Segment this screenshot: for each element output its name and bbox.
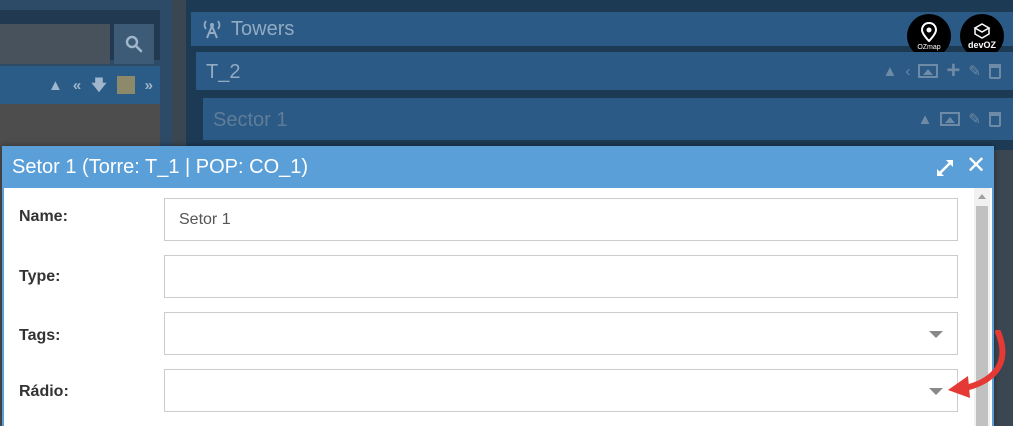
towers-header: Towers — [191, 12, 1013, 46]
caret-up-icon[interactable]: ▲ — [918, 112, 933, 127]
arrow-down-icon[interactable]: 🡇 — [91, 78, 106, 93]
double-chevron-left-icon[interactable]: « — [73, 78, 81, 93]
radio-select[interactable] — [164, 369, 958, 412]
tags-select[interactable] — [164, 312, 958, 355]
modal-header: Setor 1 (Torre: T_1 | POP: CO_1) ✕ — [2, 146, 994, 188]
pencil-icon[interactable]: ✎ — [968, 64, 981, 79]
double-chevron-right-icon[interactable]: » — [145, 78, 153, 93]
search-input[interactable] — [0, 24, 110, 64]
form-row-radio: Rádio: — [4, 369, 964, 413]
tower-header: T_2 ▲ ‹ + ✎ — [196, 52, 1013, 90]
expand-icon[interactable] — [934, 157, 956, 179]
scroll-up-arrow-icon[interactable] — [978, 194, 986, 199]
radio-label: Rádio: — [19, 383, 69, 400]
caret-up-icon[interactable]: ▲ — [48, 78, 63, 93]
tower-name: T_2 — [206, 61, 241, 83]
tower-icon — [203, 20, 221, 39]
type-input[interactable] — [164, 255, 958, 298]
chevron-left-icon[interactable]: ‹ — [905, 64, 910, 79]
search-icon — [125, 35, 143, 53]
cube-icon — [973, 22, 991, 39]
sector-actions: ▲ ✎ — [918, 98, 1001, 140]
towers-title: Towers — [231, 17, 295, 40]
modal-body: Name: Type: Tags: Rádio: — [2, 188, 994, 426]
form-row-name: Name: — [4, 198, 964, 242]
name-label: Name: — [19, 208, 68, 225]
trash-icon[interactable] — [989, 111, 1001, 127]
close-icon[interactable]: ✕ — [966, 154, 986, 178]
trash-icon[interactable] — [989, 63, 1001, 79]
ozmap-logo-label: OZmap — [917, 43, 941, 51]
sector-header: Sector 1 ▲ ✎ — [203, 98, 1013, 140]
devoz-logo-suffix: OZ — [983, 39, 997, 50]
tower-actions: ▲ ‹ + ✎ — [883, 52, 1001, 90]
type-label: Type: — [19, 268, 61, 285]
plus-icon[interactable]: + — [946, 59, 960, 83]
devoz-logo-prefix: dev — [967, 39, 984, 50]
devoz-logo-label: devOZ — [967, 39, 997, 50]
left-toolbar: ▲ « 🡇 » — [0, 66, 160, 104]
modal-title: Setor 1 (Torre: T_1 | POP: CO_1) — [12, 156, 309, 178]
form-row-tags: Tags: — [4, 312, 964, 356]
form-row-type: Type: — [4, 255, 964, 299]
sector-edit-modal: Setor 1 (Torre: T_1 | POP: CO_1) ✕ Name:… — [2, 146, 994, 426]
annotation-arrow-icon — [948, 330, 1006, 398]
sector-name: Sector 1 — [213, 109, 288, 131]
image-icon[interactable] — [918, 64, 939, 78]
search-button[interactable] — [114, 24, 154, 64]
image-icon[interactable] — [940, 112, 961, 126]
search-bar — [0, 10, 160, 64]
home-icon[interactable] — [116, 76, 135, 94]
pencil-icon[interactable]: ✎ — [968, 112, 981, 127]
caret-up-icon[interactable]: ▲ — [883, 64, 898, 79]
tags-label: Tags: — [19, 327, 61, 344]
map-pin-icon — [921, 21, 937, 42]
name-input[interactable] — [164, 198, 958, 241]
